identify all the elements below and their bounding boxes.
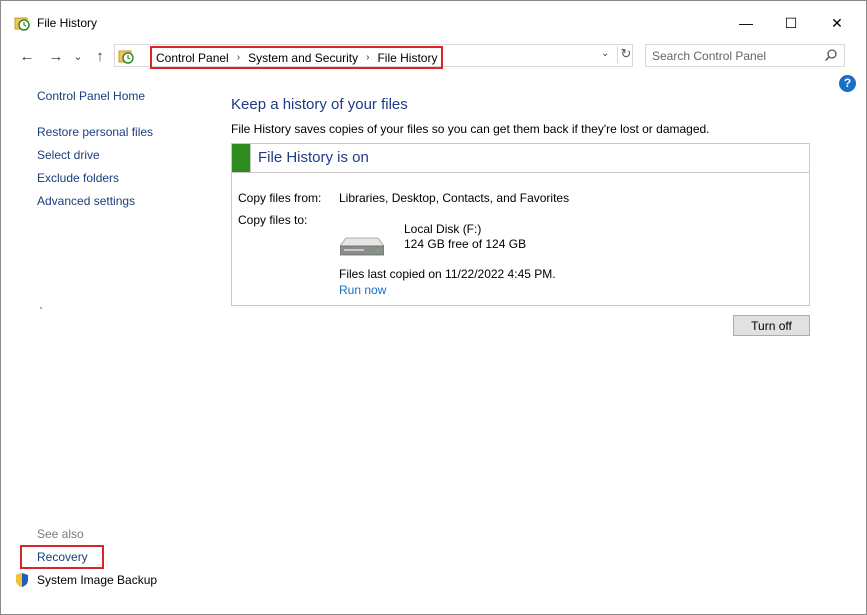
status-indicator [232, 144, 251, 172]
maximize-button[interactable]: ☐ [768, 9, 814, 37]
close-icon: ✕ [831, 14, 843, 31]
run-now-link[interactable]: Run now [339, 283, 386, 297]
breadcrumb-separator-icon[interactable]: › [237, 52, 240, 63]
search-input[interactable] [652, 47, 822, 64]
breadcrumb-control-panel[interactable]: Control Panel [156, 51, 229, 65]
address-dropdown-icon[interactable]: ⌄ [601, 48, 609, 59]
status-panel: File History is on Copy files from: Libr… [231, 143, 810, 306]
turn-off-button[interactable]: Turn off [733, 315, 810, 336]
forward-arrow-icon: → [48, 47, 64, 65]
maximize-icon: ☐ [784, 14, 798, 31]
sidebar-item-select-drive[interactable]: Select drive [37, 148, 100, 162]
page-description: File History saves copies of your files … [231, 122, 710, 136]
status-header: File History is on [232, 144, 809, 173]
control-panel-home-link[interactable]: Control Panel Home [37, 89, 145, 103]
copy-from-label: Copy files from: [238, 191, 322, 205]
minimize-button[interactable]: — [723, 9, 769, 37]
address-bar[interactable]: Control Panel › System and Security › Fi… [114, 44, 634, 69]
breadcrumb-system-and-security[interactable]: System and Security [248, 51, 358, 65]
help-icon[interactable]: ? [839, 75, 856, 92]
copy-to-label: Copy files to: [238, 213, 308, 227]
chevron-down-icon: ⌄ [73, 50, 83, 63]
sidebar-item-advanced-settings[interactable]: Advanced settings [37, 194, 135, 208]
sidebar-item-restore-personal-files[interactable]: Restore personal files [37, 125, 153, 139]
back-button[interactable]: ← [17, 46, 37, 66]
see-also-heading: See also [37, 527, 84, 541]
refresh-icon[interactable]: ↻ [617, 46, 634, 64]
drive-free-space: 124 GB free of 124 GB [404, 237, 527, 251]
hard-drive-icon [340, 237, 384, 256]
back-arrow-icon: ← [19, 47, 35, 65]
close-button[interactable]: ✕ [814, 9, 860, 37]
up-button[interactable]: ↑ [90, 46, 110, 66]
status-text: File History is on [258, 149, 369, 166]
breadcrumb-file-history[interactable]: File History [377, 51, 437, 65]
search-icon[interactable] [824, 48, 838, 62]
system-image-backup-link[interactable]: System Image Backup [37, 573, 157, 587]
breadcrumb-separator-icon[interactable]: › [366, 52, 369, 63]
recovery-link[interactable]: Recovery [37, 550, 88, 564]
drive-name: Local Disk (F:) [404, 222, 482, 236]
file-history-window: File History — ☐ ✕ ← → ⌄ ↑ Control Panel… [0, 0, 867, 615]
last-copied-text: Files last copied on 11/22/2022 4:45 PM. [339, 267, 556, 281]
forward-button[interactable]: → [46, 46, 66, 66]
stray-mark: ` [39, 305, 43, 319]
minimize-icon: — [739, 15, 753, 31]
breadcrumb: Control Panel › System and Security › Fi… [150, 46, 444, 69]
file-history-location-icon [118, 50, 134, 64]
shield-icon [16, 573, 28, 587]
search-box[interactable] [645, 44, 845, 67]
page-title: Keep a history of your files [231, 96, 408, 113]
copy-from-value: Libraries, Desktop, Contacts, and Favori… [339, 191, 570, 205]
title-bar: File History — ☐ ✕ [1, 1, 866, 41]
recent-locations-button[interactable]: ⌄ [71, 46, 85, 66]
sidebar-item-exclude-folders[interactable]: Exclude folders [37, 171, 119, 185]
window-title: File History [37, 16, 98, 30]
up-arrow-icon: ↑ [96, 47, 104, 65]
file-history-app-icon [14, 17, 30, 31]
